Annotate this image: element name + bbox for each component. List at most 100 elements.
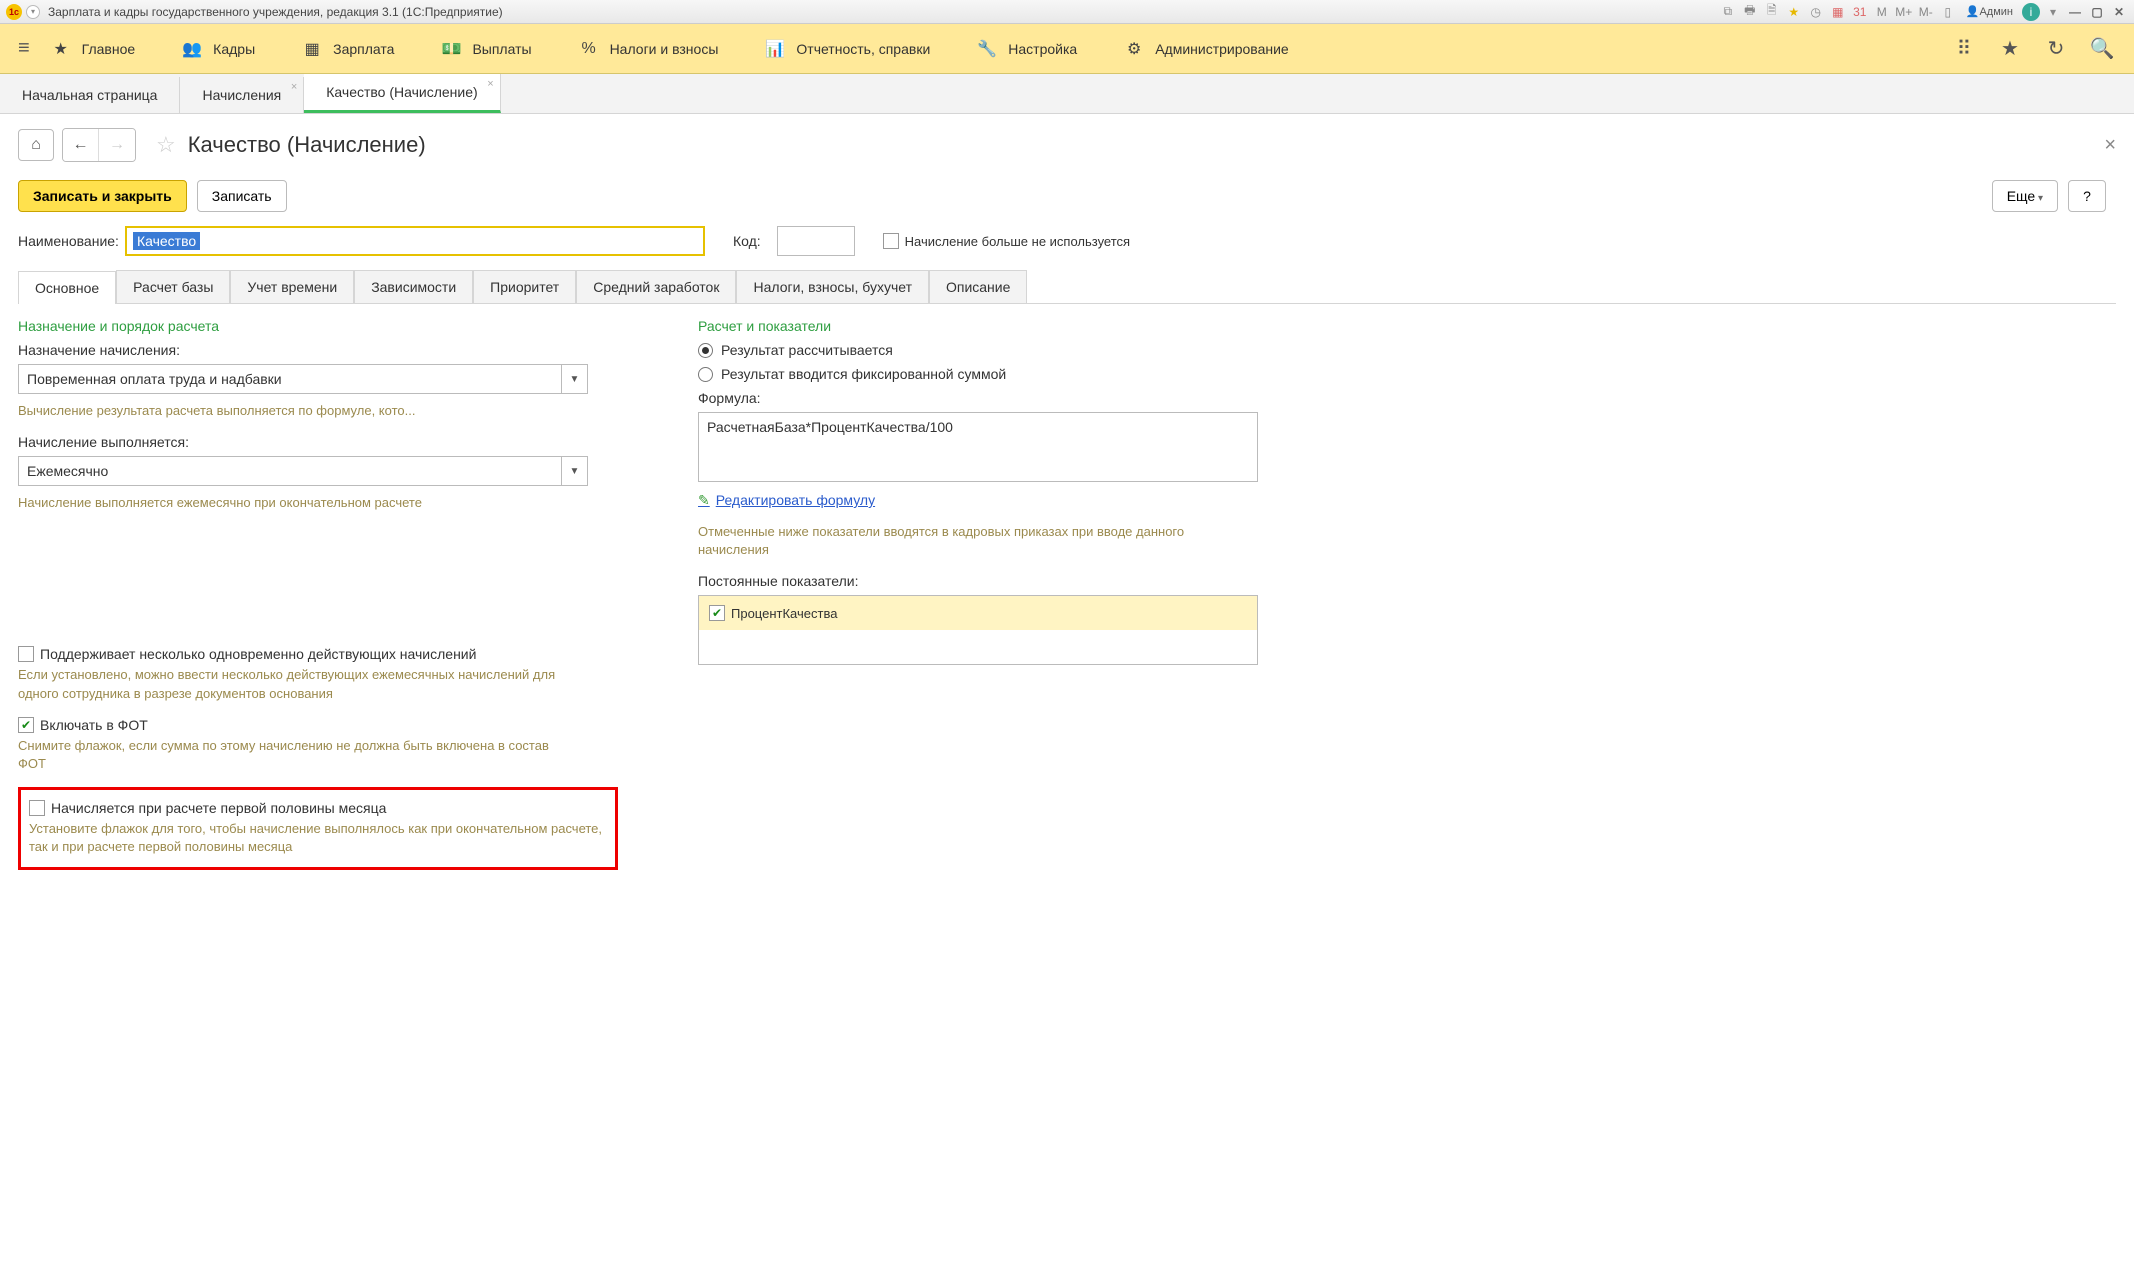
formula-box: РасчетнаяБаза*ПроцентКачества/100 (698, 412, 1258, 482)
group-purpose: Назначение и порядок расчета (18, 318, 618, 334)
fot-hint: Снимите флажок, если сумма по этому начи… (18, 737, 578, 773)
stab-time[interactable]: Учет времени (230, 270, 354, 303)
titlebar-mplus-icon[interactable]: M+ (1895, 3, 1913, 21)
titlebar-icon-3[interactable]: 🗎 (1763, 3, 1781, 21)
window-close-icon[interactable]: ✕ (2110, 3, 2128, 21)
exec-select[interactable]: Ежемесячно ▼ (18, 456, 588, 486)
fot-checkbox[interactable] (18, 717, 34, 733)
window-titlebar: 1c ▾ Зарплата и кадры государственного у… (0, 0, 2134, 24)
burger-icon[interactable]: ≡ (18, 37, 30, 60)
not-used-label: Начисление больше не используется (905, 234, 1130, 249)
menu-reports[interactable]: 📊Отчетность, справки (764, 38, 930, 60)
stab-avg[interactable]: Средний заработок (576, 270, 736, 303)
tab-quality-accrual[interactable]: Качество (Начисление)× (304, 74, 500, 113)
firsthalf-label: Начисляется при расчете первой половины … (51, 800, 386, 816)
indicator-row[interactable]: ПроцентКачества (699, 596, 1257, 630)
stab-taxes[interactable]: Налоги, взносы, бухучет (736, 270, 929, 303)
stab-desc[interactable]: Описание (929, 270, 1027, 303)
tab-close-icon[interactable]: × (487, 78, 493, 90)
menu-taxes[interactable]: %Налоги и взносы (578, 38, 719, 60)
assign-label: Назначение начисления: (18, 342, 618, 358)
firsthalf-checkbox[interactable] (29, 800, 45, 816)
window-minimize-icon[interactable]: — (2066, 3, 2084, 21)
menu-salary[interactable]: ▦Зарплата (301, 38, 394, 60)
tab-accruals[interactable]: Начисления× (180, 77, 304, 113)
stab-main[interactable]: Основное (18, 271, 116, 304)
firsthalf-hint: Установите флажок для того, чтобы начисл… (29, 820, 607, 856)
app-logo-icon: 1c (6, 4, 22, 20)
fot-label: Включать в ФОТ (40, 717, 148, 733)
more-button[interactable]: Еще (1992, 180, 2058, 212)
radio-fixed[interactable]: Результат вводится фиксированной суммой (698, 366, 1258, 382)
code-input[interactable] (777, 226, 855, 256)
titlebar-icon-1[interactable]: ⧉ (1719, 3, 1737, 21)
titlebar-compass-icon[interactable]: ◷ (1807, 3, 1825, 21)
section-tabs: Основное Расчет базы Учет времени Зависи… (18, 270, 2116, 304)
exec-label: Начисление выполняется: (18, 434, 618, 450)
exec-hint: Начисление выполняется ежемесячно при ок… (18, 494, 618, 512)
multi-hint: Если установлено, можно ввести несколько… (18, 666, 578, 702)
code-label: Код: (733, 233, 761, 249)
page-close-icon[interactable]: × (2104, 134, 2116, 157)
help-button[interactable]: ? (2068, 180, 2106, 212)
name-label: Наименование: (18, 233, 119, 249)
search-icon[interactable]: 🔍 (2088, 35, 2116, 63)
titlebar-m-icon[interactable]: M (1873, 3, 1891, 21)
nav-forward-button[interactable]: → (99, 129, 135, 161)
name-row: Наименование: Качество Код: Начисление б… (18, 226, 2116, 256)
indicator-row-empty (699, 630, 1257, 664)
group-calc: Расчет и показатели (698, 318, 1258, 334)
titlebar-mminus-icon[interactable]: M- (1917, 3, 1935, 21)
formula-label: Формула: (698, 390, 1258, 406)
titlebar-star-icon[interactable]: ★ (1785, 3, 1803, 21)
home-button[interactable]: ⌂ (18, 129, 54, 161)
menu-hr[interactable]: 👥Кадры (181, 38, 255, 60)
stab-base[interactable]: Расчет базы (116, 270, 230, 303)
titlebar-info-icon[interactable]: i (2022, 3, 2040, 21)
multi-checkbox[interactable] (18, 646, 34, 662)
assign-select[interactable]: Повременная оплата труда и надбавки ▼ (18, 364, 588, 394)
save-button[interactable]: Записать (197, 180, 287, 212)
titlebar-calendar-icon[interactable]: 31 (1851, 3, 1869, 21)
name-input[interactable]: Качество (125, 226, 705, 256)
tab-close-icon[interactable]: × (291, 81, 297, 93)
page-fav-star-icon[interactable]: ☆ (156, 132, 176, 158)
titlebar-panel-icon[interactable]: ▯ (1939, 3, 1957, 21)
titlebar-calc-icon[interactable]: ▦ (1829, 3, 1847, 21)
fav-star-icon[interactable]: ★ (1996, 35, 2024, 63)
page-body: ⌂ ← → ☆ Качество (Начисление) × Записать… (0, 114, 2134, 884)
stab-deps[interactable]: Зависимости (354, 270, 473, 303)
edit-formula-link[interactable]: ✎Редактировать формулу (698, 492, 875, 508)
titlebar-dropdown2-icon[interactable]: ▾ (2044, 3, 2062, 21)
menu-payments[interactable]: 💵Выплаты (440, 38, 531, 60)
titlebar-dropdown-icon[interactable]: ▾ (26, 5, 40, 19)
not-used-checkbox[interactable] (883, 233, 899, 249)
radio-calculated[interactable]: Результат рассчитывается (698, 342, 1258, 358)
chevron-down-icon[interactable]: ▼ (562, 364, 588, 394)
titlebar-user[interactable]: 👤 Админ (1961, 3, 2018, 21)
menu-settings[interactable]: 🔧Настройка (976, 38, 1077, 60)
pencil-icon: ✎ (698, 492, 710, 508)
menu-main[interactable]: ★Главное (50, 38, 136, 60)
history-icon[interactable]: ↻ (2042, 35, 2070, 63)
left-column: Назначение и порядок расчета Назначение … (18, 318, 618, 870)
page-title: Качество (Начисление) (188, 132, 426, 158)
percent-icon: % (578, 38, 600, 60)
tab-start-page[interactable]: Начальная страница (0, 77, 180, 113)
command-bar: Записать и закрыть Записать Еще ? (18, 180, 2116, 212)
nav-back-button[interactable]: ← (63, 129, 99, 161)
titlebar-icon-2[interactable]: 🖶 (1741, 3, 1759, 21)
window-maximize-icon[interactable]: ▢ (2088, 3, 2106, 21)
window-title: Зарплата и кадры государственного учрежд… (48, 5, 503, 19)
menu-admin[interactable]: ⚙Администрирование (1123, 38, 1289, 60)
indicator-checkbox[interactable] (709, 605, 725, 621)
right-column: Расчет и показатели Результат рассчитыва… (698, 318, 1258, 870)
indicators-table: ПроцентКачества (698, 595, 1258, 665)
stab-priority[interactable]: Приоритет (473, 270, 576, 303)
chevron-down-icon[interactable]: ▼ (562, 456, 588, 486)
grid-icon: ▦ (301, 38, 323, 60)
multi-label: Поддерживает несколько одновременно дейс… (40, 646, 476, 662)
firsthalf-highlight-box: Начисляется при расчете первой половины … (18, 787, 618, 869)
save-and-close-button[interactable]: Записать и закрыть (18, 180, 187, 212)
apps-grid-icon[interactable]: ⠿ (1950, 35, 1978, 63)
